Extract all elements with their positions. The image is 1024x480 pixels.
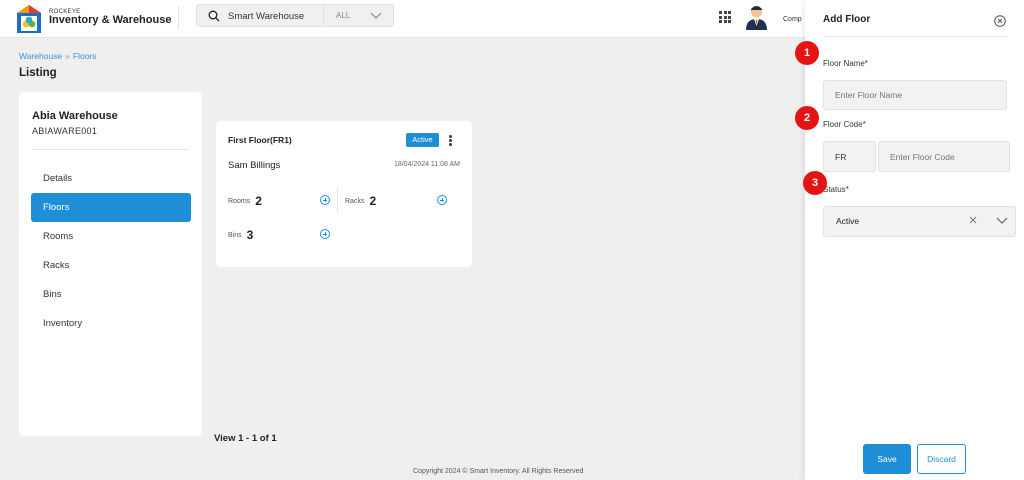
user-avatar[interactable]: [745, 4, 768, 30]
pagination-summary: View 1 - 1 of 1: [214, 433, 277, 444]
search-divider: [323, 5, 324, 26]
app-logo-icon[interactable]: [16, 4, 42, 34]
status-label: Status*: [823, 185, 849, 194]
apps-grid-icon[interactable]: [719, 11, 731, 23]
required-mark: *: [845, 185, 849, 194]
divider: [32, 149, 189, 150]
floor-code-prefix: FR: [823, 141, 876, 172]
save-button[interactable]: Save: [863, 444, 911, 474]
sidebar-item-floors[interactable]: Floors: [31, 193, 191, 222]
status-select[interactable]: Active: [823, 206, 1016, 237]
breadcrumb-warehouse-link[interactable]: Warehouse: [19, 51, 62, 61]
floor-created-date: 18/04/2024 11:08 AM: [393, 161, 460, 168]
floor-code-label-text: Floor Code: [823, 120, 863, 129]
footer-copyright: Copyright 2024 © Smart Inventory. All Ri…: [413, 468, 584, 475]
required-mark: *: [864, 59, 868, 68]
rooms-stat: Rooms 2: [228, 194, 262, 208]
floor-name-label-text: Floor Name: [823, 59, 865, 68]
rooms-count: 2: [255, 194, 262, 208]
step-marker-3: 3: [803, 171, 827, 195]
page-title: Listing: [19, 67, 57, 79]
add-bin-icon[interactable]: [320, 229, 330, 239]
brand-name: Inventory & Warehouse: [49, 14, 172, 26]
search-input[interactable]: Smart Warehouse: [228, 11, 304, 22]
drawer-divider: [823, 36, 1008, 37]
warehouse-sidebar: Abia Warehouse ABIAWARE001 Details Floor…: [19, 92, 202, 436]
warehouse-name: Abia Warehouse: [32, 110, 118, 122]
floor-name-input[interactable]: [823, 80, 1007, 110]
more-options-icon[interactable]: [449, 135, 453, 147]
search-filter-select[interactable]: ALL: [336, 11, 350, 20]
warehouse-code: ABIAWARE001: [32, 126, 98, 136]
sidebar-item-bins[interactable]: Bins: [31, 280, 191, 309]
stat-divider: [337, 187, 338, 213]
breadcrumb: Warehouse» Floors: [19, 51, 97, 61]
required-mark: *: [862, 120, 866, 129]
status-badge: Active: [406, 133, 439, 147]
drawer-title: Add Floor: [823, 14, 871, 25]
bins-count: 3: [246, 228, 254, 242]
status-select-value: Active: [836, 216, 860, 226]
chevron-down-icon[interactable]: [370, 12, 382, 20]
bins-stat: Bins 3: [228, 228, 253, 242]
sidebar-item-details[interactable]: Details: [31, 164, 191, 193]
sidebar-item-racks[interactable]: Racks: [31, 251, 191, 280]
step-marker-2: 2: [795, 106, 819, 130]
floor-name-label: Floor Name*: [823, 59, 868, 68]
racks-count: 2: [369, 194, 377, 208]
floor-code-label: Floor Code*: [823, 120, 866, 129]
clear-icon[interactable]: [969, 216, 977, 224]
add-rack-icon[interactable]: [437, 195, 447, 205]
breadcrumb-separator: »: [65, 51, 70, 61]
floor-code-input[interactable]: [878, 141, 1010, 172]
close-icon[interactable]: [994, 15, 1006, 27]
floor-created-by: Sam Billings: [228, 160, 281, 171]
header-divider: [178, 6, 179, 30]
floor-card[interactable]: First Floor(FR1) Active Sam Billings 18/…: [216, 121, 472, 267]
bins-label: Bins: [228, 232, 242, 239]
warehouse-search[interactable]: Smart Warehouse ALL: [196, 4, 394, 27]
sidebar-item-rooms[interactable]: Rooms: [31, 222, 191, 251]
racks-label: Racks: [345, 198, 365, 205]
sidebar-nav: Details Floors Rooms Racks Bins Inventor…: [31, 164, 191, 338]
discard-button[interactable]: Discard: [917, 444, 966, 474]
add-floor-drawer: Add Floor Floor Name* Floor Code* FR Sta…: [805, 0, 1024, 480]
add-room-icon[interactable]: [320, 195, 330, 205]
floor-title: First Floor(FR1): [228, 135, 292, 145]
rooms-label: Rooms: [228, 198, 251, 205]
step-marker-1: 1: [795, 41, 819, 65]
company-name[interactable]: Comp: [783, 16, 802, 23]
racks-stat: Racks 2: [345, 194, 376, 208]
chevron-down-icon[interactable]: [996, 217, 1008, 224]
breadcrumb-floors-link[interactable]: Floors: [73, 51, 97, 61]
sidebar-item-inventory[interactable]: Inventory: [31, 309, 191, 338]
search-icon: [208, 10, 220, 22]
